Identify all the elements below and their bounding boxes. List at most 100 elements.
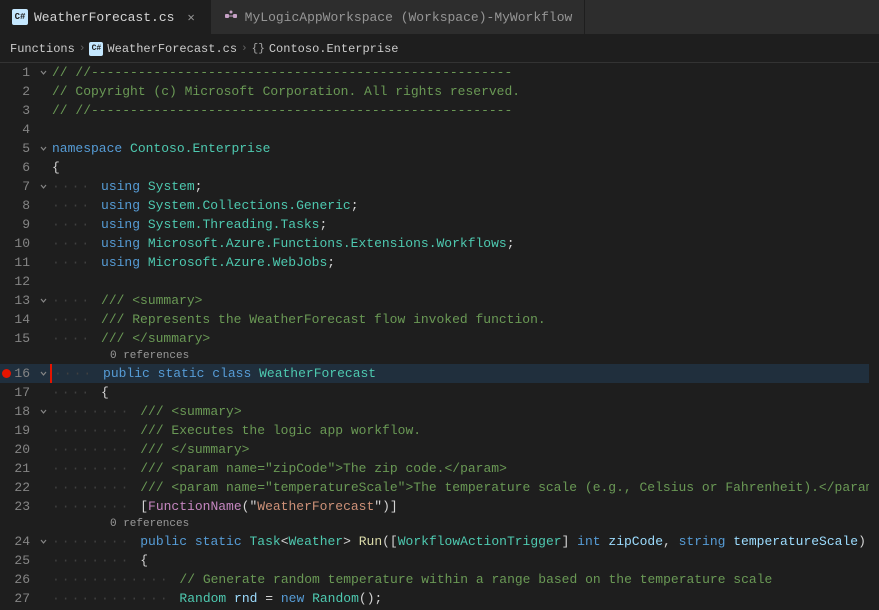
fold-arrow (36, 253, 50, 272)
breadcrumb-sep-1: › (79, 43, 86, 55)
breadcrumb-filename[interactable]: WeatherForecast.cs (107, 42, 237, 56)
code-line-row: 19 ········ /// Executes the logic app wo… (0, 421, 869, 440)
code-text: { (50, 158, 869, 177)
line-number: 14 (0, 310, 36, 329)
code-text: ···· { (50, 383, 869, 402)
code-line-row: 18········ /// <summary> (0, 402, 869, 421)
fold-arrow (36, 196, 50, 215)
ref-count-line[interactable]: 0 references (0, 516, 869, 532)
tab-close-button[interactable]: ✕ (184, 9, 197, 26)
line-number: 4 (0, 120, 36, 139)
fold-arrow (36, 551, 50, 570)
line-number: 10 (0, 234, 36, 253)
fold-arrow (36, 158, 50, 177)
line-number: 16 (0, 364, 36, 383)
breadcrumb-functions[interactable]: Functions (10, 42, 75, 56)
breadcrumb-sep-2: › (241, 43, 248, 55)
code-line-row: 25········ { (0, 551, 869, 570)
cs-file-icon: C# (12, 9, 28, 25)
breadcrumb-cs-icon: C# (89, 42, 103, 56)
line-number: 19 (0, 421, 36, 440)
code-line-row: 1// //----------------------------------… (0, 63, 869, 82)
tab-label: WeatherForecast.cs (34, 10, 174, 25)
tab-workflow[interactable]: MyLogicAppWorkspace (Workspace)-MyWorkfl… (211, 0, 586, 34)
code-text: ···· using System.Threading.Tasks; (50, 215, 869, 234)
fold-arrow (36, 101, 50, 120)
fold-arrow (36, 421, 50, 440)
reference-count[interactable]: 0 references (50, 348, 869, 364)
fold-arrow[interactable] (36, 402, 50, 421)
code-text (50, 120, 869, 139)
line-number: 11 (0, 253, 36, 272)
fold-arrow (36, 478, 50, 497)
code-line-row: 2 // Copyright (c) Microsoft Corporation.… (0, 82, 869, 101)
line-number: 9 (0, 215, 36, 234)
code-line-row: 27 ············ Random rnd = new Random()… (0, 589, 869, 608)
line-number: 24 (0, 532, 36, 551)
fold-arrow (36, 570, 50, 589)
code-line-row: 21 ········ /// <param name="zipCode">The… (0, 459, 869, 478)
lines-container: 1 // //----------------------------------… (0, 63, 869, 610)
code-line-row: 17···· { (0, 383, 869, 402)
code-line-row: 12 (0, 272, 869, 291)
breadcrumb-ns-icon: {} (252, 43, 265, 55)
line-number: 25 (0, 551, 36, 570)
line-number: 2 (0, 82, 36, 101)
code-line-row: 24 ········ public static Task<Weather> R… (0, 532, 869, 551)
code-text: namespace Contoso.Enterprise (50, 139, 869, 158)
workflow-icon (223, 9, 239, 25)
scrollbar[interactable] (869, 63, 879, 610)
code-line-row: 26············ // Generate random temper… (0, 570, 869, 589)
line-number: 13 (0, 291, 36, 310)
fold-arrow[interactable] (36, 139, 50, 158)
fold-arrow[interactable] (36, 364, 50, 383)
code-line-row: 11···· using Microsoft.Azure.WebJobs; (0, 253, 869, 272)
code-line-row: 16 ···· public static class WeatherForeca… (0, 364, 869, 383)
breadcrumb-namespace[interactable]: Contoso.Enterprise (269, 42, 399, 56)
code-text: ···· using Microsoft.Azure.Functions.Ext… (50, 234, 869, 253)
code-text: ········ /// <param name="zipCode">The z… (50, 459, 869, 478)
code-text: ········ /// <param name="temperatureSca… (50, 478, 869, 497)
code-text: ········ public static Task<Weather> Run… (50, 532, 869, 551)
tab-weatherforecast[interactable]: C# WeatherForecast.cs ✕ (0, 0, 211, 34)
fold-arrow[interactable] (36, 291, 50, 310)
fold-arrow (36, 329, 50, 348)
code-line-row: 20········ /// </summary> (0, 440, 869, 459)
line-number: 20 (0, 440, 36, 459)
line-number: 7 (0, 177, 36, 196)
ref-count-line[interactable]: 0 references (0, 348, 869, 364)
line-number: 5 (0, 139, 36, 158)
fold-arrow[interactable] (36, 177, 50, 196)
code-text: // //-----------------------------------… (50, 101, 869, 120)
line-number: 18 (0, 402, 36, 421)
code-text: ···· using System; (50, 177, 869, 196)
line-number: 22 (0, 478, 36, 497)
code-text: ···· public static class WeatherForecast (50, 364, 869, 383)
code-line-row: 9 ···· using System.Threading.Tasks; (0, 215, 869, 234)
code-text: // Copyright (c) Microsoft Corporation. … (50, 82, 869, 101)
line-number: 15 (0, 329, 36, 348)
code-line-row: 15···· /// </summary> (0, 329, 869, 348)
reference-count[interactable]: 0 references (50, 516, 869, 532)
code-line-row: 4 (0, 120, 869, 139)
code-text: ···· /// Represents the WeatherForecast … (50, 310, 869, 329)
code-line-row: 23········ [FunctionName("WeatherForecas… (0, 497, 869, 516)
line-number: 21 (0, 459, 36, 478)
code-text: ············ Random rnd = new Random(); (50, 589, 869, 608)
code-line-row: 14 ···· /// Represents the WeatherForecas… (0, 310, 869, 329)
code-text (50, 272, 869, 291)
code-text: ···· /// <summary> (50, 291, 869, 310)
code-text: ········ /// Executes the logic app work… (50, 421, 869, 440)
code-line-row: 10 ···· using Microsoft.Azure.Functions.E… (0, 234, 869, 253)
fold-arrow[interactable] (36, 63, 50, 82)
line-number: 23 (0, 497, 36, 516)
line-number: 27 (0, 589, 36, 608)
line-number: 1 (0, 63, 36, 82)
fold-arrow (36, 589, 50, 608)
line-number: 12 (0, 272, 36, 291)
line-number: 8 (0, 196, 36, 215)
fold-arrow (36, 234, 50, 253)
code-line-row: 8···· using System.Collections.Generic; (0, 196, 869, 215)
editor: 1 // //----------------------------------… (0, 63, 879, 610)
fold-arrow[interactable] (36, 532, 50, 551)
